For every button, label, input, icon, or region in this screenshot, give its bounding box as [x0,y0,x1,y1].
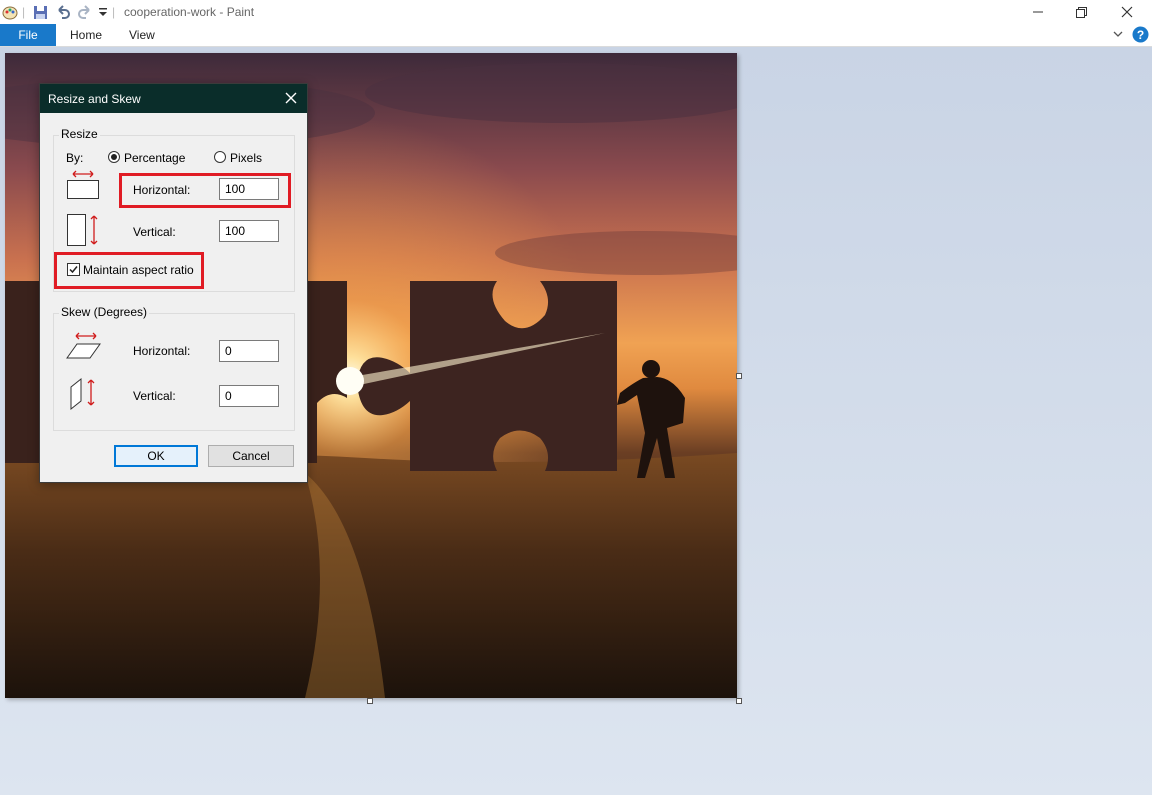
highlight-aspect-ratio [54,252,204,289]
pixels-label[interactable]: Pixels [230,151,262,165]
redo-icon[interactable] [77,3,93,21]
help-icon[interactable]: ? [1132,26,1149,46]
svg-text:?: ? [1137,28,1144,42]
dialog-close-icon[interactable] [279,87,303,109]
expand-ribbon-icon[interactable] [1112,28,1124,43]
ribbon-tabs: File Home View ? [0,24,1152,47]
skew-group-label: Skew (Degrees) [59,305,150,319]
dialog-title: Resize and Skew [48,92,141,106]
skew-horizontal-input[interactable] [219,340,279,362]
percentage-radio[interactable] [108,151,120,163]
skew-horizontal-label: Horizontal: [133,344,191,358]
window-title: cooperation-work - Paint [124,5,255,19]
skew-vertical-input[interactable] [219,385,279,407]
undo-icon[interactable] [55,3,71,21]
tab-view[interactable]: View [129,24,155,46]
minimize-icon[interactable] [1015,0,1061,24]
resize-skew-dialog: Resize and Skew Resize By: Percentage Pi… [39,83,308,483]
resize-handle-bottom[interactable] [367,698,373,704]
restore-icon[interactable] [1058,0,1104,24]
resize-group-label: Resize [59,127,100,141]
skew-vertical-label: Vertical: [133,389,176,403]
resize-handle-right[interactable] [736,373,742,379]
by-label: By: [66,151,84,165]
customize-quick-access-icon[interactable] [98,3,108,21]
separator: | [112,5,116,19]
resize-vertical-input[interactable] [219,220,279,242]
percentage-label[interactable]: Percentage [124,151,185,165]
dialog-title-bar[interactable]: Resize and Skew [40,84,307,113]
resize-handle-corner[interactable] [736,698,742,704]
resize-vertical-icon [66,212,102,251]
resize-vertical-label: Vertical: [133,225,176,239]
cancel-button[interactable]: Cancel [208,445,294,467]
skew-vertical-icon [68,375,102,414]
tab-home[interactable]: Home [70,24,102,46]
highlight-horizontal [119,173,291,208]
title-bar: | | cooperation-work - Paint [0,0,1152,24]
close-window-icon[interactable] [1104,0,1150,24]
save-icon[interactable] [33,3,48,21]
resize-horizontal-icon [66,168,100,203]
pixels-radio[interactable] [214,151,226,163]
separator: | [22,5,26,19]
paint-app-icon[interactable] [2,3,18,21]
skew-horizontal-icon [66,331,102,364]
ok-button[interactable]: OK [114,445,198,467]
tab-file[interactable]: File [0,24,56,46]
